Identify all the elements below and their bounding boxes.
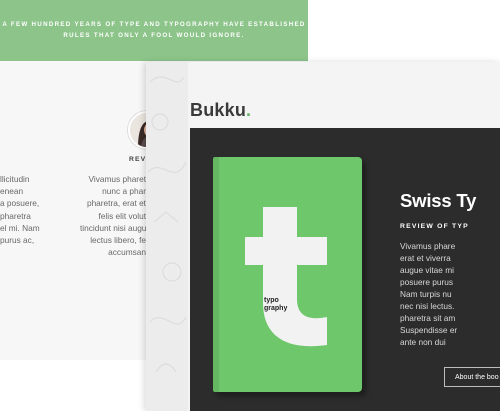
- back-middle-line: tincidunt nisi augu: [80, 222, 146, 233]
- body-line: augue vitae mi: [400, 265, 454, 275]
- body-line: pharetra sit am: [400, 313, 456, 323]
- book-cover-word-1: typo: [264, 297, 279, 304]
- body-line: posuere purus: [400, 277, 454, 287]
- book-cover: typo graphy: [213, 157, 362, 392]
- book-spine: [213, 157, 219, 392]
- logo-text: Bukku: [190, 100, 247, 120]
- back-left-column: llicitudin enean a posuere, pharetra el …: [0, 173, 44, 246]
- back-left-line: el mi. Nam: [0, 222, 40, 233]
- body-line: ante non dui: [400, 337, 446, 347]
- logo[interactable]: Bukku.: [190, 100, 251, 121]
- body-line: erat et viverra: [400, 253, 451, 263]
- front-page: Bukku. typo graphy Swiss Ty REVIEW OF TY…: [146, 62, 500, 411]
- back-middle-line: nunc a phar: [102, 186, 146, 197]
- back-middle-line: lectus libero, fe: [90, 235, 146, 246]
- back-left-line: a posuere,: [0, 198, 40, 209]
- back-left-line: enean: [0, 186, 24, 197]
- book-cover-word-2: graphy: [264, 305, 288, 312]
- body-line: Nam turpis nu: [400, 289, 452, 299]
- decorative-pattern: [146, 62, 188, 411]
- logo-dot: .: [246, 100, 252, 120]
- back-middle-line: Vivamus pharet: [88, 174, 147, 184]
- hero-text-line-2: RULES THAT ONLY A FOOL WOULD IGNORE.: [63, 32, 245, 39]
- back-left-line: llicitudin: [0, 174, 30, 184]
- back-left-line: purus ac,: [0, 235, 35, 246]
- body-line: nec nisi lectus.: [400, 301, 455, 311]
- back-middle-column: Vivamus pharet nunc a phar pharetra, era…: [80, 173, 146, 258]
- back-middle-line: felis elit volut: [98, 210, 147, 221]
- hero-text-line-1: A FEW HUNDRED YEARS OF TYPE AND TYPOGRAP…: [2, 21, 306, 28]
- back-left-line: pharetra: [0, 210, 31, 221]
- about-book-button[interactable]: About the boo: [444, 367, 500, 387]
- hero-band: A FEW HUNDRED YEARS OF TYPE AND TYPOGRAP…: [0, 0, 308, 61]
- body-line: Suspendisse er: [400, 325, 458, 335]
- back-middle-line: pharetra, erat et: [86, 198, 146, 209]
- book-title: Swiss Ty: [400, 190, 477, 211]
- body-line: Vivamus phare: [400, 241, 456, 251]
- book-t-letter: [245, 207, 327, 347]
- back-middle-line: accumsan: [108, 247, 146, 258]
- review-label: REVIEW OF TYP: [400, 223, 469, 230]
